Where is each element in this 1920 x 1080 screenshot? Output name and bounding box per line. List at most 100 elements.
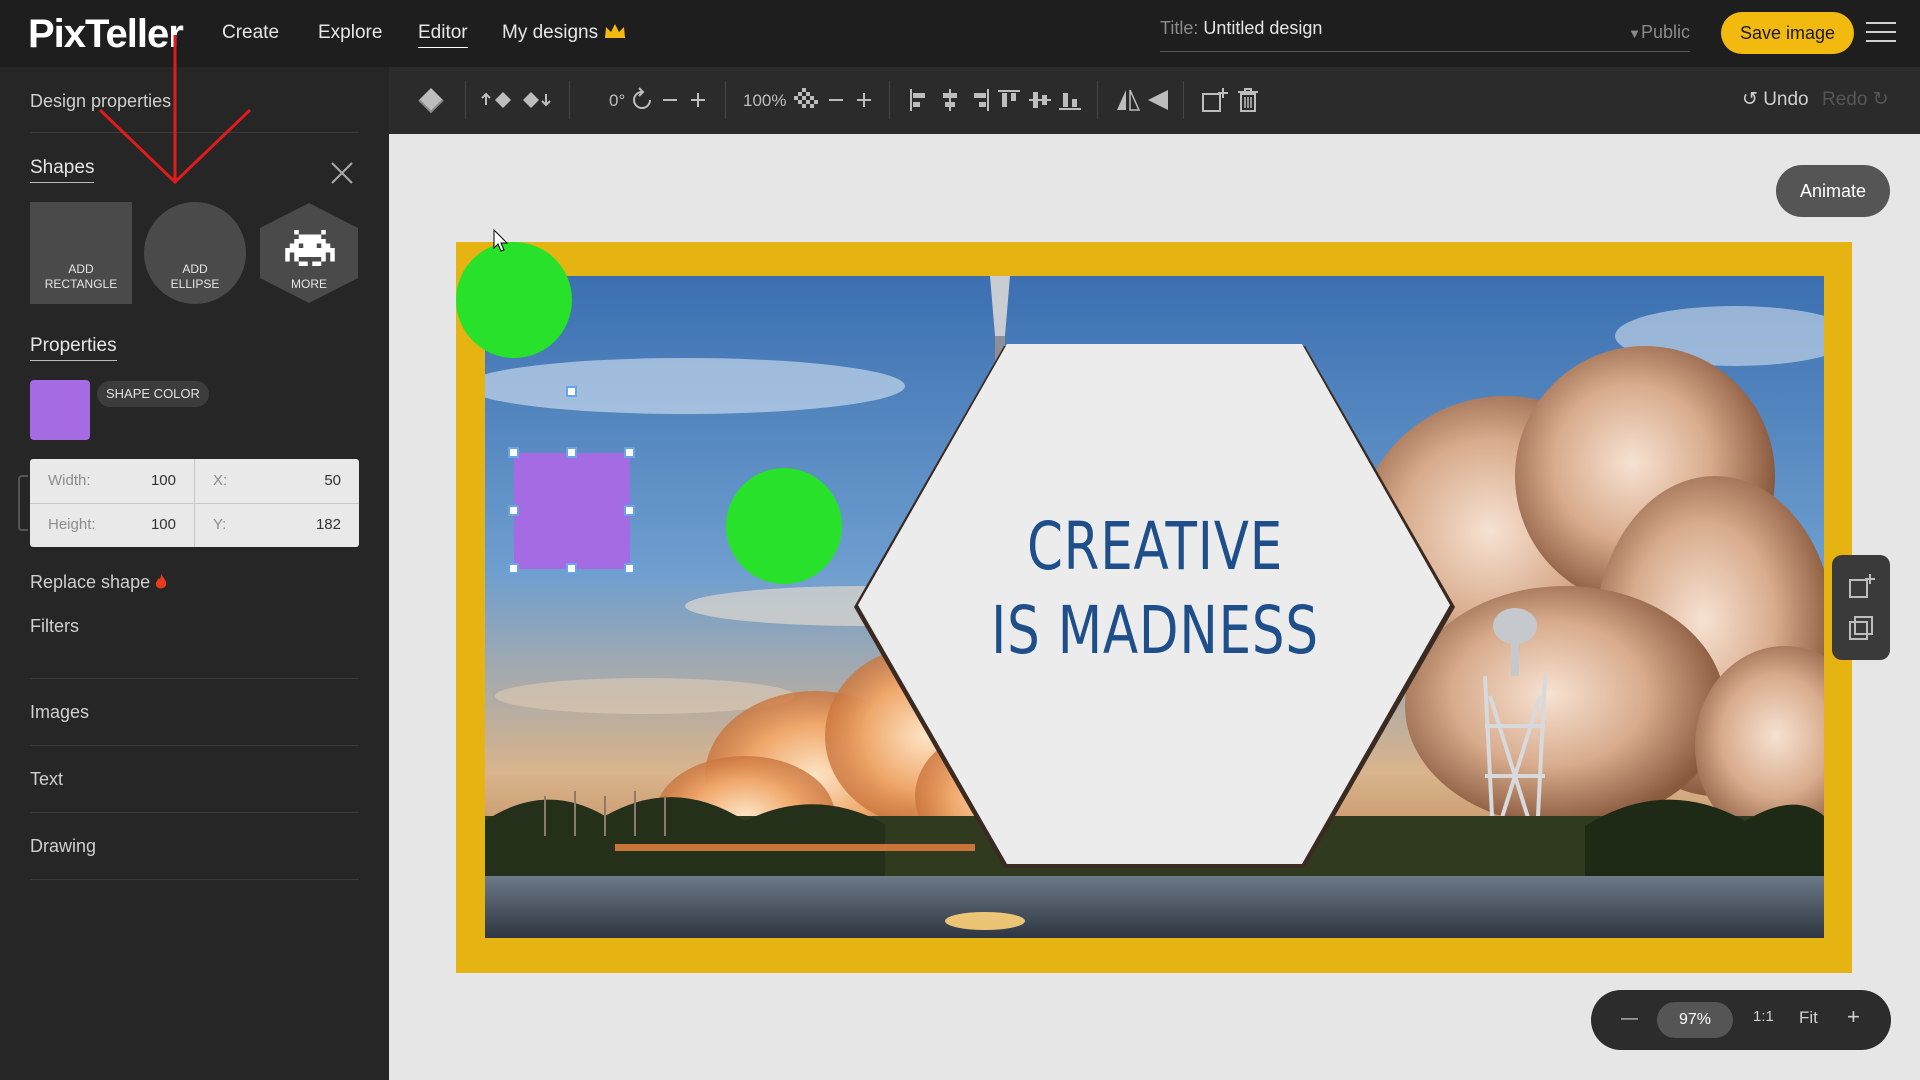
replace-shape-label: Replace shape — [30, 572, 151, 592]
resize-handle[interactable] — [624, 447, 635, 458]
rotate-icon[interactable] — [627, 85, 657, 115]
red-arrow-annotation — [98, 35, 252, 185]
opacity-value[interactable]: 100% — [743, 91, 786, 111]
undo-icon: ↺ — [1742, 89, 1758, 110]
add-ellipse-label-1: ADD — [182, 262, 208, 276]
flip-vertical-icon[interactable] — [1143, 85, 1173, 115]
minus-icon[interactable] — [655, 85, 685, 115]
selected-purple-rectangle[interactable] — [514, 453, 630, 569]
menu-icon[interactable] — [1866, 22, 1896, 44]
resize-handle[interactable] — [624, 505, 635, 516]
caret-down-icon: ▼ — [1628, 26, 1641, 41]
x-field[interactable]: X: 50 — [195, 459, 359, 503]
more-shapes-button[interactable]: MORE — [258, 202, 360, 304]
add-rectangle-button[interactable]: ADD RECTANGLE — [30, 202, 132, 304]
nav-explore[interactable]: Explore — [318, 22, 382, 44]
height-field[interactable]: Height: 100 — [30, 503, 194, 547]
rotation-value[interactable]: 0° — [609, 91, 625, 111]
add-page-icon[interactable] — [1846, 571, 1876, 601]
divider — [30, 678, 359, 679]
divider — [30, 812, 359, 813]
plus-icon[interactable] — [683, 85, 713, 115]
sidebar-item-images[interactable]: Images — [30, 702, 89, 723]
zoom-in-button[interactable]: + — [1847, 1004, 1860, 1030]
headline-line-1: CREATIVE — [1026, 508, 1284, 585]
title-input[interactable]: Untitled design — [1203, 18, 1322, 38]
width-label: Width: — [48, 472, 91, 489]
send-backward-icon[interactable] — [519, 85, 553, 115]
resize-handle[interactable] — [566, 447, 577, 458]
headline-line-2: IS MADNESS — [991, 592, 1319, 669]
sidebar-item-drawing[interactable]: Drawing — [30, 836, 96, 857]
visibility-dropdown[interactable]: ▼Public — [1628, 22, 1690, 43]
layers-icon[interactable] — [416, 85, 446, 115]
align-middle-v-icon[interactable] — [1025, 85, 1055, 115]
opacity-plus-icon[interactable] — [849, 85, 879, 115]
resize-handle[interactable] — [624, 563, 635, 574]
trash-icon[interactable] — [1233, 85, 1263, 115]
add-rectangle-label-2: RECTANGLE — [44, 277, 118, 291]
zoom-out-button[interactable]: — — [1621, 1008, 1638, 1028]
y-field[interactable]: Y: 182 — [195, 503, 359, 547]
zoom-controls: — 97% 1:1 Fit + — [1591, 990, 1891, 1050]
green-circle-shape[interactable] — [726, 468, 842, 584]
title-field[interactable]: Title: Untitled design ▼Public — [1160, 18, 1690, 52]
x-value[interactable]: 50 — [324, 459, 341, 503]
crown-icon — [605, 24, 626, 38]
headline-text[interactable]: CREATIVE IS MADNESS — [976, 505, 1335, 673]
resize-handle[interactable] — [508, 505, 519, 516]
nav-my-designs[interactable]: My designs — [502, 22, 626, 44]
width-value[interactable]: 100 — [151, 459, 176, 503]
rotate-handle[interactable] — [566, 386, 577, 397]
nav-my-designs-label: My designs — [502, 22, 599, 43]
visibility-value: Public — [1640, 22, 1690, 42]
more-shapes-label: MORE — [291, 277, 327, 291]
height-value[interactable]: 100 — [151, 503, 176, 547]
zoom-fit-button[interactable]: Fit — [1799, 1008, 1818, 1028]
undo-button[interactable]: ↺ Undo — [1742, 88, 1809, 111]
resize-handle[interactable] — [566, 563, 577, 574]
shape-color-swatch[interactable] — [30, 380, 90, 440]
close-icon[interactable] — [328, 159, 356, 187]
duplicate-icon[interactable] — [1199, 85, 1229, 115]
animate-button[interactable]: Animate — [1776, 165, 1890, 217]
filters-link[interactable]: Filters — [30, 616, 79, 637]
save-image-button[interactable]: Save image — [1721, 12, 1854, 54]
align-left-icon[interactable] — [905, 85, 935, 115]
resize-handle[interactable] — [508, 563, 519, 574]
shapes-section-title: Shapes — [30, 157, 95, 183]
redo-button: Redo ↻ — [1822, 88, 1889, 111]
link-proportions-icon[interactable] — [18, 475, 28, 531]
opacity-minus-icon[interactable] — [821, 85, 851, 115]
bring-forward-icon[interactable] — [481, 85, 515, 115]
align-center-h-icon[interactable] — [935, 85, 965, 115]
nav-editor[interactable]: Editor — [418, 22, 468, 48]
divider — [30, 745, 359, 746]
flip-horizontal-icon[interactable] — [1113, 85, 1143, 115]
y-label: Y: — [213, 516, 227, 533]
duplicate-page-icon[interactable] — [1846, 613, 1876, 643]
zoom-percent[interactable]: 97% — [1657, 1002, 1733, 1038]
divider — [30, 879, 359, 880]
title-label: Title: — [1160, 18, 1199, 38]
align-bottom-icon[interactable] — [1055, 85, 1085, 115]
align-top-icon[interactable] — [994, 85, 1024, 115]
transparency-icon[interactable] — [791, 85, 821, 115]
canvas-side-dock — [1832, 555, 1890, 660]
mouse-cursor-icon — [493, 229, 509, 252]
replace-shape-link[interactable]: Replace shape — [30, 572, 168, 593]
resize-handle[interactable] — [508, 447, 519, 458]
undo-label: Undo — [1763, 89, 1809, 110]
add-ellipse-button[interactable]: ADD ELLIPSE — [144, 202, 246, 304]
properties-section-title: Properties — [30, 335, 117, 361]
x-label: X: — [213, 472, 228, 489]
width-field[interactable]: Width: 100 — [30, 459, 194, 503]
redo-icon: ↻ — [1872, 89, 1889, 110]
editor-toolbar: 0° 100% — [389, 67, 1920, 134]
shape-color-button[interactable]: SHAPE COLOR — [97, 381, 209, 407]
align-right-icon[interactable] — [964, 85, 994, 115]
zoom-1-1-button[interactable]: 1:1 — [1753, 1008, 1774, 1025]
green-circle-shape[interactable] — [456, 242, 572, 358]
y-value[interactable]: 182 — [316, 503, 341, 547]
sidebar-item-text[interactable]: Text — [30, 769, 63, 790]
